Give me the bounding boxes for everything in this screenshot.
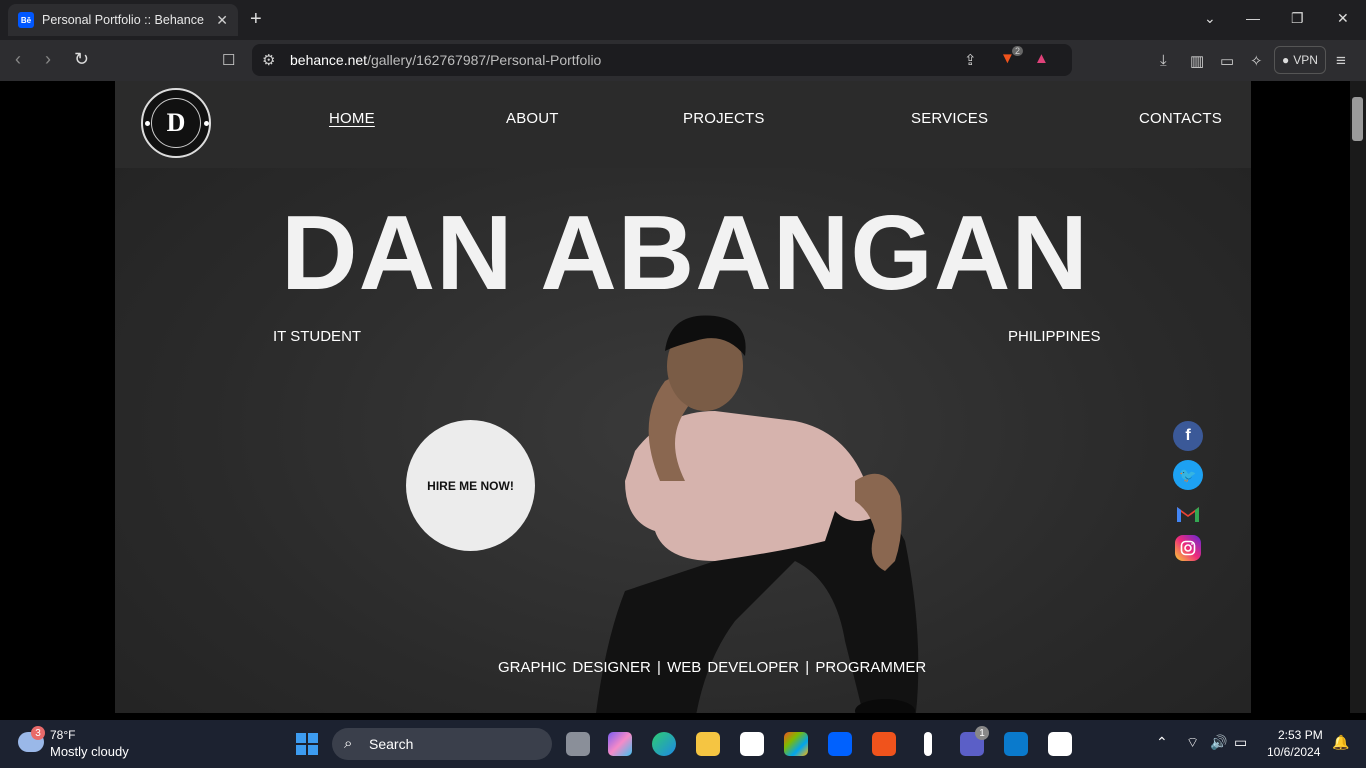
roles-tagline: GRAPHIC DESIGNER | WEB DEVELOPER | PROGR…	[498, 659, 927, 676]
browser-toolbar: ‹ › ↻ ☐ ⚙ behance.net/gallery/162767987/…	[0, 40, 1366, 81]
url-path: /gallery/162767987/Personal-Portfolio	[367, 52, 602, 68]
clock-date[interactable]: 10/6/2024	[1267, 745, 1320, 759]
gmail-icon[interactable]	[1173, 499, 1203, 529]
amazon-icon[interactable]	[740, 732, 764, 756]
microsoft-store-icon[interactable]	[784, 732, 808, 756]
back-button[interactable]: ‹	[15, 49, 21, 70]
close-window-button[interactable]: ✕	[1337, 10, 1349, 27]
page-viewport: D HOME ABOUT PROJECTS SERVICES CONTACTS	[0, 81, 1366, 713]
vpn-label: VPN	[1293, 53, 1318, 67]
clock-time[interactable]: 2:53 PM	[1278, 728, 1323, 742]
vpn-status-icon: ●	[1282, 53, 1290, 67]
battery-icon[interactable]: ▭	[1234, 734, 1247, 751]
teams-badge: 1	[975, 726, 989, 740]
reload-button[interactable]: ↻	[74, 49, 89, 70]
wallet-icon[interactable]: ▭	[1220, 52, 1234, 70]
nav-services[interactable]: SERVICES	[911, 110, 988, 127]
share-icon[interactable]: ⇪	[964, 51, 977, 69]
nav-about[interactable]: ABOUT	[506, 110, 559, 127]
search-label: Search	[369, 736, 414, 752]
nav-contacts[interactable]: CONTACTS	[1139, 110, 1222, 127]
windows-taskbar: 3 78°F Mostly cloudy ⌕ Search 1 ⌃ ⌔ 🔊 ▭ …	[0, 720, 1366, 768]
behance-favicon-icon: Bē	[18, 12, 34, 28]
windows-start-icon[interactable]	[296, 733, 318, 755]
file-explorer-icon[interactable]	[696, 732, 720, 756]
show-hidden-icons-icon[interactable]: ⌃	[1156, 734, 1168, 751]
task-view-icon[interactable]	[566, 732, 590, 756]
leo-ai-icon[interactable]: ✧	[1250, 52, 1263, 70]
weather-description[interactable]: Mostly cloudy	[50, 744, 129, 759]
logo-dot-left	[145, 121, 150, 126]
browser-tab-strip: Bē Personal Portfolio :: Behance ✕ + ⌄ —…	[0, 0, 1366, 40]
close-tab-icon[interactable]: ✕	[216, 12, 228, 29]
logo-dot-right	[204, 121, 209, 126]
volume-icon[interactable]: 🔊	[1210, 734, 1227, 751]
subtitle-occupation: IT STUDENT	[273, 328, 362, 345]
vscode-icon[interactable]	[1004, 732, 1028, 756]
hero-title: DAN ABANGAN	[281, 194, 1089, 312]
twitter-icon[interactable]: 🐦	[1173, 460, 1203, 490]
site-logo[interactable]: D	[141, 88, 211, 158]
new-tab-button[interactable]: +	[250, 8, 262, 31]
portfolio-page: D HOME ABOUT PROJECTS SERVICES CONTACTS	[115, 81, 1251, 713]
brave-rewards-icon[interactable]: ▲	[1034, 50, 1049, 67]
downloads-icon[interactable]: ⤓	[1160, 52, 1167, 69]
tab-title: Personal Portfolio :: Behance	[42, 13, 204, 27]
url-text: behance.net/gallery/162767987/Personal-P…	[290, 52, 601, 68]
nav-projects[interactable]: PROJECTS	[683, 110, 765, 127]
cursor-app-icon[interactable]	[924, 732, 932, 756]
weather-temperature[interactable]: 78°F	[50, 728, 75, 742]
logo-letter: D	[151, 98, 201, 148]
bookmark-icon[interactable]: ☐	[222, 51, 235, 69]
search-icon: ⌕	[344, 735, 353, 752]
shields-count-badge: 2	[1012, 46, 1024, 56]
address-bar[interactable]: ⚙ behance.net/gallery/162767987/Personal…	[252, 44, 1072, 76]
notifications-bell-icon[interactable]: 🔔	[1332, 734, 1349, 751]
subtitle-location: PHILIPPINES	[1008, 328, 1101, 345]
minimize-button[interactable]: —	[1246, 10, 1260, 26]
portrait-photo	[596, 315, 919, 713]
forward-button[interactable]: ›	[45, 49, 51, 70]
nav-home[interactable]: HOME	[329, 110, 375, 127]
sidebar-icon[interactable]: ▥	[1190, 52, 1204, 70]
edge-icon[interactable]	[652, 732, 676, 756]
menu-icon[interactable]: ≡	[1336, 51, 1346, 71]
hire-me-button[interactable]: HIRE ME NOW!	[406, 420, 535, 551]
brave-browser-icon[interactable]	[872, 732, 896, 756]
page-scrollbar[interactable]	[1350, 81, 1366, 713]
site-header: D HOME ABOUT PROJECTS SERVICES CONTACTS	[115, 81, 1251, 168]
weather-alert-badge: 3	[31, 726, 45, 740]
facebook-icon[interactable]: f	[1173, 421, 1203, 451]
restore-button[interactable]: ❐	[1291, 10, 1304, 27]
instagram-icon[interactable]	[1175, 535, 1201, 561]
taskbar-search[interactable]: ⌕ Search	[332, 728, 552, 760]
browser-tab[interactable]: Bē Personal Portfolio :: Behance ✕	[8, 4, 238, 36]
scroll-thumb[interactable]	[1352, 97, 1363, 141]
url-host: behance.net	[290, 52, 368, 68]
capcut-icon[interactable]	[1048, 732, 1072, 756]
copilot-icon[interactable]	[608, 732, 632, 756]
vpn-button[interactable]: ● VPN	[1274, 46, 1326, 74]
site-settings-icon[interactable]: ⚙	[262, 51, 275, 69]
dropbox-icon[interactable]	[828, 732, 852, 756]
wifi-icon[interactable]: ⌔	[1186, 734, 1199, 752]
tab-search-chevron-icon[interactable]: ⌄	[1204, 10, 1216, 27]
